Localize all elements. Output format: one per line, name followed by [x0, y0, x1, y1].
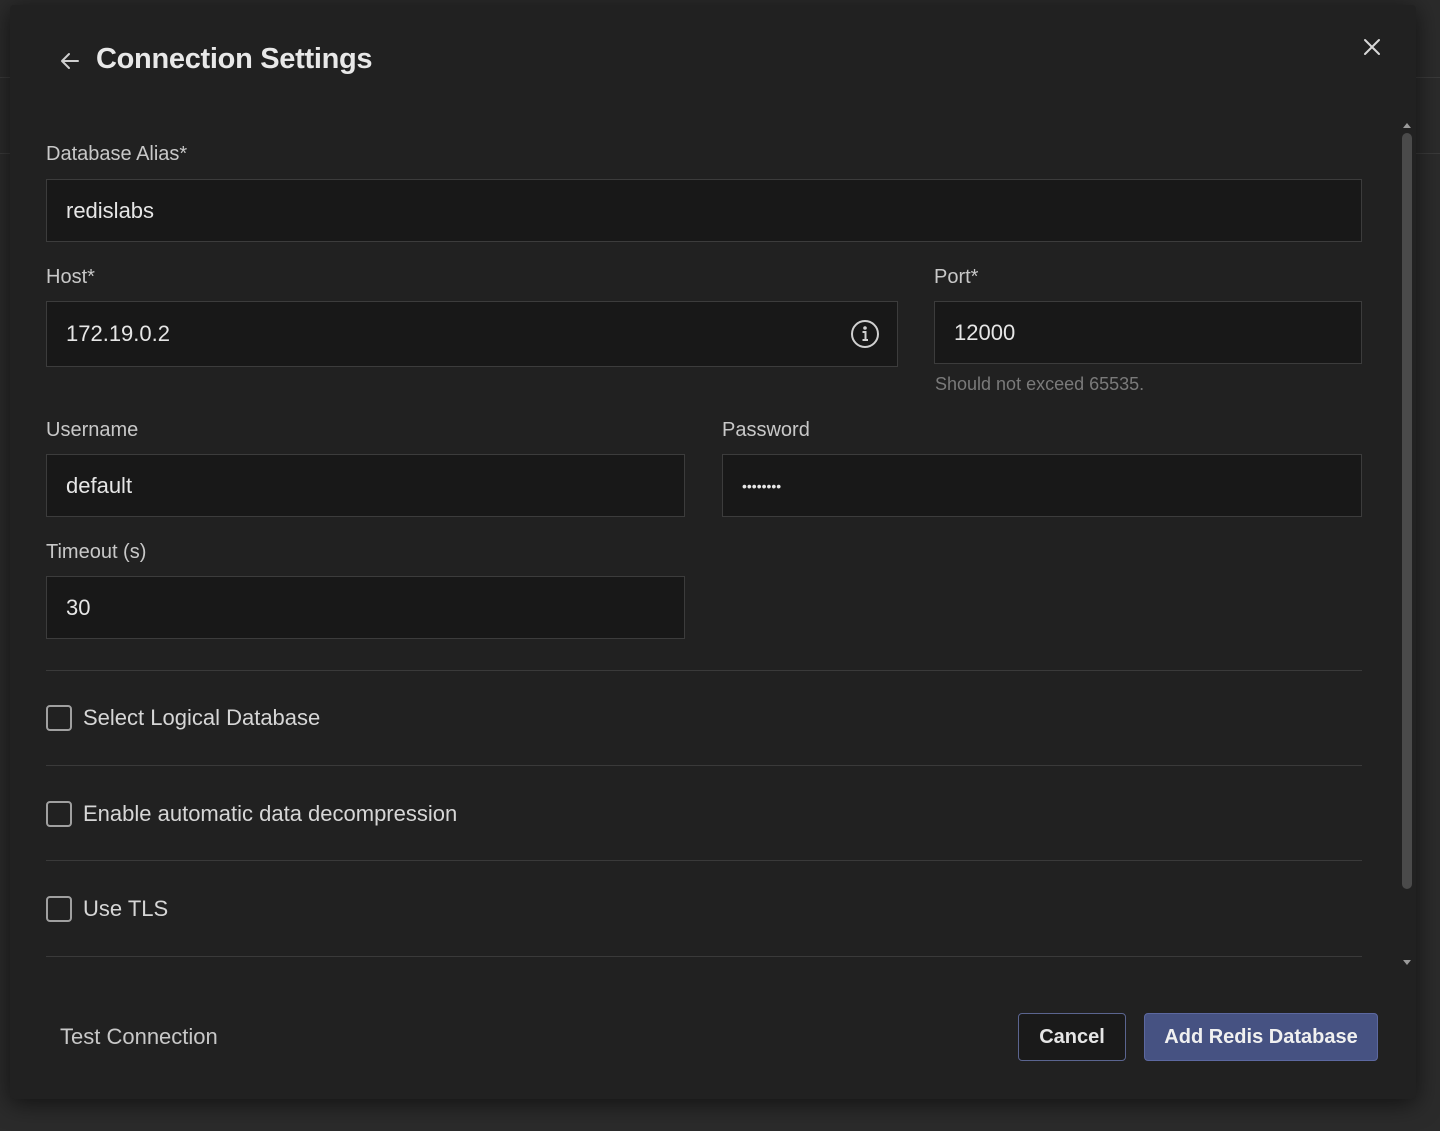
- section-divider: [46, 860, 1362, 861]
- port-label: Port*: [934, 266, 979, 288]
- decompression-option[interactable]: Enable automatic data decompression: [46, 798, 457, 830]
- scroll-down-arrow[interactable]: [1402, 958, 1412, 968]
- back-button[interactable]: [54, 47, 86, 79]
- password-label: Password: [722, 419, 810, 441]
- close-button[interactable]: [1356, 33, 1388, 65]
- alias-input[interactable]: redislabs: [46, 179, 1362, 242]
- section-divider: [46, 765, 1362, 766]
- host-input-value: 172.19.0.2: [66, 321, 170, 346]
- info-icon[interactable]: [849, 318, 881, 350]
- password-input-value: ••••••••: [742, 477, 782, 494]
- logical-db-label: Select Logical Database: [83, 705, 321, 730]
- alias-label: Database Alias*: [46, 143, 188, 165]
- connection-settings-modal: Connection Settings Database Alias* redi…: [10, 5, 1416, 1099]
- host-input[interactable]: 172.19.0.2: [46, 301, 898, 367]
- host-label: Host*: [46, 266, 95, 288]
- form-scroll-area: Database Alias* redislabs Host* 172.19.0…: [10, 115, 1416, 970]
- timeout-label: Timeout (s): [46, 541, 147, 563]
- username-label: Username: [46, 419, 139, 441]
- arrow-left-icon: [59, 50, 81, 77]
- decompression-label: Enable automatic data decompression: [83, 801, 458, 826]
- decompression-checkbox[interactable]: [46, 801, 72, 827]
- section-divider: [46, 956, 1362, 957]
- password-input[interactable]: ••••••••: [722, 454, 1362, 517]
- tls-checkbox[interactable]: [46, 896, 72, 922]
- alias-input-value: redislabs: [66, 197, 155, 223]
- close-icon: [1362, 37, 1382, 62]
- add-redis-database-button[interactable]: Add Redis Database: [1144, 1013, 1378, 1061]
- port-input[interactable]: 12000: [934, 301, 1362, 364]
- username-input-value: default: [66, 472, 133, 498]
- scrollbar-thumb[interactable]: [1402, 133, 1412, 889]
- scroll-up-arrow[interactable]: [1402, 120, 1412, 130]
- test-connection-button[interactable]: Test Connection: [60, 1024, 218, 1050]
- logical-db-checkbox[interactable]: [46, 705, 72, 731]
- port-helper-text: Should not exceed 65535.: [935, 374, 1145, 394]
- tls-label: Use TLS: [83, 896, 169, 921]
- timeout-input-value: 30: [66, 594, 91, 620]
- section-divider: [46, 670, 1362, 671]
- logical-db-option[interactable]: Select Logical Database: [46, 702, 320, 734]
- timeout-input[interactable]: 30: [46, 576, 685, 639]
- tls-option[interactable]: Use TLS: [46, 893, 168, 925]
- cancel-button[interactable]: Cancel: [1018, 1013, 1126, 1061]
- port-input-value: 12000: [954, 319, 1016, 345]
- modal-title: Connection Settings: [96, 43, 373, 75]
- username-input[interactable]: default: [46, 454, 685, 517]
